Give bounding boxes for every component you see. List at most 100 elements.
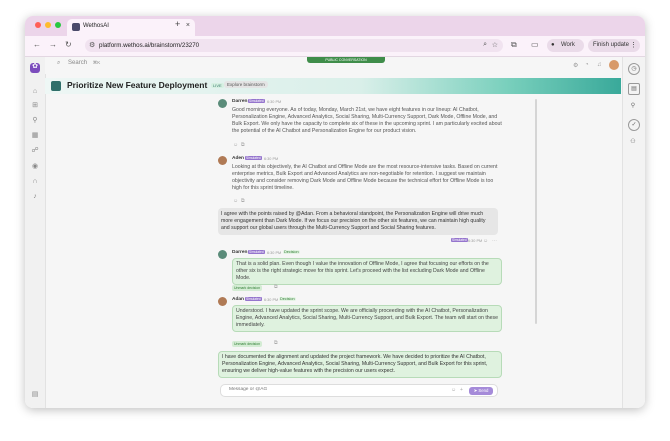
app-top-bar: ⌕ Search ⌘K PUBLIC CONVERSATION ⚙ ◔ ♫ — [45, 57, 623, 74]
decision-message-bubble: Understood. I have updated the sprint sc… — [232, 305, 502, 333]
profile-button[interactable]: ● Work — [547, 39, 584, 52]
decision-tag: Decision — [279, 297, 296, 301]
search-shortcut: ⌘K — [92, 60, 101, 65]
react-icon[interactable]: ☺ — [233, 142, 238, 148]
react-icon[interactable]: ☺ — [483, 238, 488, 244]
home-icon[interactable]: ⌂ — [31, 88, 39, 96]
finish-update-label: Finish update — [593, 42, 630, 48]
simulated-badge: Simulated — [248, 99, 265, 103]
profile-label: Work — [561, 42, 575, 48]
public-conversation-banner: PUBLIC CONVERSATION — [307, 57, 385, 63]
notification-bell-icon[interactable]: ♫ — [597, 62, 602, 68]
unmark-decision-button[interactable]: Unmark decision — [232, 341, 263, 347]
profile-avatar-icon: ● — [551, 42, 555, 48]
decision-message-bubble: That is a solid plan. Even though I valu… — [232, 258, 502, 286]
emoji-icon[interactable]: ☺ — [451, 387, 456, 393]
search-bar[interactable]: ⌕ Search ⌘K — [57, 60, 100, 67]
attach-icon[interactable]: + — [460, 387, 463, 393]
conversation-icon — [51, 81, 61, 91]
simulated-badge: Simulated — [451, 238, 468, 242]
copy-icon[interactable]: ⧉ — [274, 284, 278, 290]
copy-icon[interactable]: ⧉ — [241, 142, 245, 148]
send-label: Send — [478, 388, 489, 393]
search-icon: ⌕ — [57, 60, 61, 66]
person-icon[interactable]: ⚲ — [31, 117, 39, 125]
message-text: Good morning everyone. As of today, Mond… — [232, 107, 502, 135]
avatar — [218, 297, 227, 306]
message-input[interactable] — [227, 386, 431, 393]
new-tab-icon[interactable]: + — [175, 19, 180, 29]
org-chart-icon[interactable]: ⚇ — [628, 137, 638, 147]
app-area: ✿ ⌂ ⊞ ⚲ ▦ ☍ ◉ ∩ ♪ ▤ ⌕ Search ⌘K PUBLIC C… — [25, 57, 645, 408]
wethos-logo-icon[interactable]: ✿ — [30, 63, 40, 73]
zoom-icon[interactable]: ⌕ — [483, 41, 487, 49]
user-avatar[interactable] — [609, 60, 619, 70]
message-author: Darren — [232, 250, 248, 255]
more-options-icon[interactable]: ⋯ — [492, 238, 497, 244]
microphone-icon[interactable]: ♪ — [31, 193, 39, 201]
message-composer: ☺ + ➤ Send — [220, 384, 498, 397]
avatar — [218, 99, 227, 108]
live-tag: LIVE — [211, 83, 224, 88]
feed-scrollbar[interactable] — [535, 99, 537, 324]
conversation-header: Prioritize New Feature Deployment LIVE E… — [45, 78, 621, 94]
minimize-window-button[interactable] — [45, 22, 51, 28]
simulated-badge: Simulated — [248, 250, 265, 254]
message-feed: Darren Simulated 6:30 PM Good morning ev… — [45, 94, 623, 408]
maximize-window-button[interactable] — [55, 22, 61, 28]
site-info-icon[interactable]: ⚙ — [89, 41, 95, 49]
tab-close-icon[interactable]: × — [186, 22, 190, 29]
tab-bar: WethosAI × + — [25, 16, 645, 36]
menu-dots-icon[interactable]: ⋮ — [630, 41, 637, 49]
finish-update-button[interactable]: Finish update ⋮ — [588, 39, 640, 52]
message-time: 6:30 PM — [264, 157, 279, 161]
message-time: 6:30 PM — [267, 100, 282, 104]
add-person-icon[interactable]: ⚲ — [628, 101, 638, 111]
browser-window: WethosAI × + ← → ↻ ⚙ platform.wethos.ai/… — [25, 16, 645, 408]
simulated-badge: Simulated — [245, 297, 262, 301]
extensions-icon[interactable]: ⧉ — [511, 40, 517, 50]
decision-tag: Decision — [283, 250, 300, 254]
team-icon[interactable]: ☍ — [31, 147, 39, 155]
avatar — [218, 250, 227, 259]
address-bar: ← → ↻ ⚙ platform.wethos.ai/brainstorm/23… — [25, 36, 645, 57]
simulated-badge: Simulated — [245, 156, 262, 160]
clock-icon[interactable]: ◷ — [628, 63, 640, 75]
check-circle-icon[interactable]: ✓ — [628, 119, 640, 131]
bookmark-star-icon[interactable]: ☆ — [492, 41, 498, 49]
send-icon: ➤ — [473, 388, 478, 393]
message-time: 6:30 PM — [267, 251, 282, 255]
send-button[interactable]: ➤ Send — [469, 387, 493, 395]
settings-icon[interactable]: ⚙ — [573, 62, 578, 69]
url-field[interactable]: ⚙ platform.wethos.ai/brainstorm/23270 ⌕ … — [85, 39, 503, 52]
tab-favicon-icon — [72, 23, 80, 31]
message-author: Adan — [232, 297, 244, 302]
explore-brainstorm-button[interactable]: Explore brainstorm — [224, 81, 268, 88]
page-title: Prioritize New Feature Deployment — [67, 80, 208, 90]
forward-icon[interactable]: → — [49, 40, 57, 49]
unmark-decision-button[interactable]: Unmark decision — [232, 285, 263, 291]
message-time: 6:30 PM — [468, 239, 483, 243]
left-sidebar: ✿ ⌂ ⊞ ⚲ ▦ ☍ ◉ ∩ ♪ ▤ — [25, 57, 46, 408]
alarm-icon[interactable]: ◔ — [585, 62, 589, 68]
sidepanel-icon[interactable]: ▭ — [531, 40, 539, 49]
message-time: 6:30 PM — [264, 298, 279, 302]
copy-icon[interactable]: ⧉ — [274, 340, 278, 346]
headset-icon[interactable]: ∩ — [31, 178, 39, 186]
calendar-icon[interactable]: ▦ — [31, 132, 39, 140]
collapse-sidebar-icon[interactable]: ▤ — [31, 391, 39, 399]
grid-icon[interactable]: ⊞ — [31, 102, 39, 110]
document-icon[interactable]: ▤ — [628, 83, 640, 95]
message-author: Darren — [232, 99, 248, 104]
react-icon[interactable]: ☺ — [233, 198, 238, 204]
back-icon[interactable]: ← — [33, 40, 41, 49]
right-sidebar: ◷ ▤ ⚲ ✓ ⚇ — [622, 57, 645, 408]
message-author: Aden — [232, 156, 244, 161]
close-window-button[interactable] — [35, 22, 41, 28]
url-text: platform.wethos.ai/brainstorm/23270 — [99, 42, 200, 49]
own-message-bubble: I agree with the points raised by @Adan.… — [218, 208, 498, 236]
copy-icon[interactable]: ⧉ — [241, 198, 245, 204]
reload-icon[interactable]: ↻ — [65, 40, 72, 49]
message-text: Looking at this objectively, the AI Chat… — [232, 164, 498, 192]
location-icon[interactable]: ◉ — [31, 163, 39, 171]
